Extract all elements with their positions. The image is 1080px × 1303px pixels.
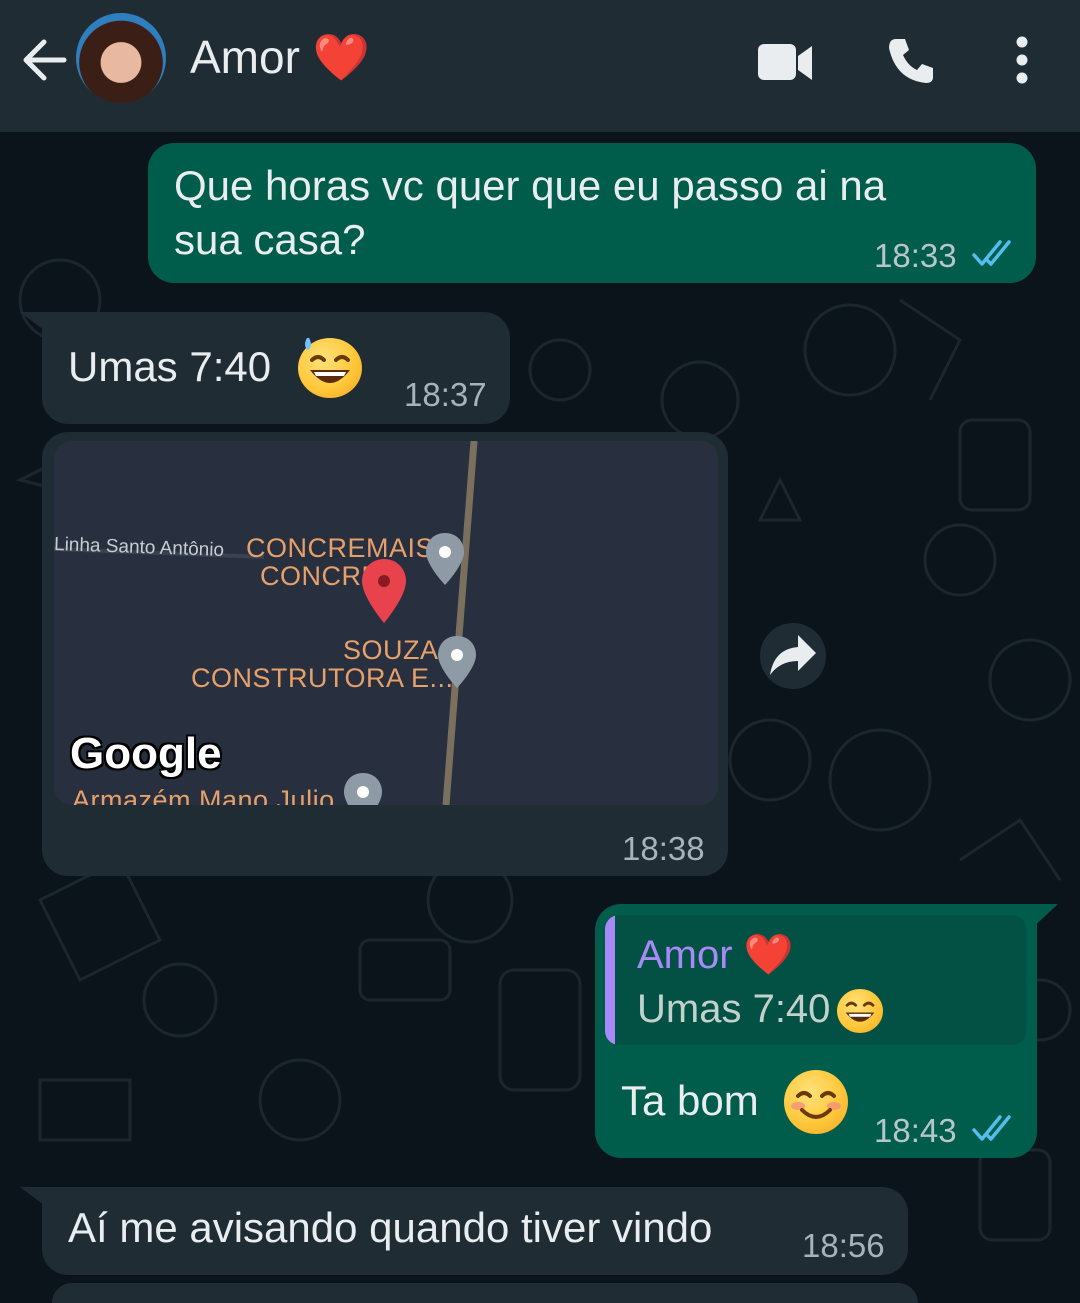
- message-bubble-incoming[interactable]: Aí me avisando quando tiver vindo 18:56: [42, 1187, 908, 1275]
- bubble-tail: [1030, 904, 1058, 930]
- message-text: Umas 7:40: [68, 343, 272, 390]
- smiling-face-emoji: [784, 1070, 848, 1134]
- map-pin-icon: [426, 533, 464, 585]
- sweat-smile-emoji: [298, 336, 362, 398]
- more-options-icon[interactable]: [1012, 36, 1032, 84]
- message-text: Que horas vc quer que eu passo ai na: [174, 162, 887, 209]
- chat-header: Amor ❤️: [0, 0, 1080, 132]
- location-marker-icon: [362, 559, 406, 623]
- map-place-label: Armazém Mano Julio: [72, 785, 335, 805]
- quoted-author: Amor ❤️: [637, 933, 794, 977]
- message-time: 18:38: [622, 830, 705, 867]
- google-attribution: Google: [70, 729, 222, 778]
- message-text: Aí me avisando quando tiver vindo: [68, 1204, 713, 1251]
- location-map[interactable]: Linha Santo Antônio CONCREMAIS CONCRE...…: [54, 441, 718, 805]
- map-place-label: SOUZA: [343, 635, 439, 665]
- forward-icon: [770, 635, 816, 675]
- message-time: 18:37: [404, 376, 487, 413]
- map-pin-icon: [438, 636, 476, 688]
- message-text-line2: sua casa?: [174, 216, 366, 263]
- forward-button[interactable]: [760, 623, 826, 689]
- contact-avatar[interactable]: [76, 13, 166, 103]
- back-arrow-icon[interactable]: [18, 36, 70, 84]
- contact-name[interactable]: Amor ❤️: [190, 30, 370, 85]
- message-time: 18:33: [874, 237, 957, 274]
- video-call-icon[interactable]: [756, 40, 814, 86]
- quoted-message[interactable]: Amor ❤️ Umas 7:40: [605, 915, 1026, 1045]
- voice-call-icon[interactable]: [886, 36, 936, 86]
- map-pin-icon: [344, 773, 382, 805]
- map-place-label: CONSTRUTORA E...: [191, 663, 454, 693]
- message-time: 18:43: [874, 1112, 957, 1149]
- quoted-text: Umas 7:40: [637, 987, 831, 1031]
- quote-accent-bar: [605, 915, 615, 1045]
- sweat-smile-emoji: [837, 989, 883, 1033]
- next-message-bubble-partial: [52, 1283, 918, 1303]
- message-time: 18:56: [802, 1227, 885, 1264]
- message-bubble-incoming[interactable]: Umas 7:40 18:37: [42, 312, 510, 424]
- read-receipt-icon: [972, 240, 1011, 266]
- read-receipt-icon: [972, 1115, 1011, 1141]
- message-bubble-outgoing[interactable]: Que horas vc quer que eu passo ai na sua…: [148, 143, 1036, 283]
- message-text: Ta bom: [621, 1077, 759, 1124]
